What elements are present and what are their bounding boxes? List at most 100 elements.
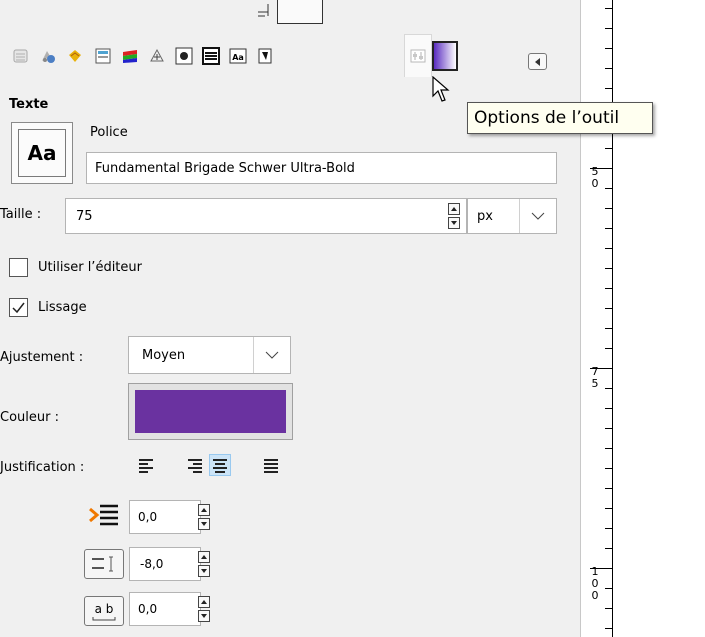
ruler-tick — [605, 188, 613, 189]
use-editor-checkbox[interactable] — [9, 258, 28, 277]
ruler-label: 5 — [591, 377, 599, 390]
justify-left-icon[interactable] — [135, 454, 157, 476]
ruler-tick — [605, 228, 613, 229]
ruler-tick — [605, 148, 613, 149]
line-spacing-icon — [84, 549, 124, 579]
font-value: Fundamental Brigade Schwer Ultra-Bold — [95, 160, 355, 176]
ruler-tick — [605, 68, 613, 69]
line-spacing-input[interactable]: -8,0 — [129, 547, 201, 581]
size-spinner[interactable] — [448, 199, 462, 233]
unit-combo[interactable]: px — [467, 198, 557, 234]
vertical-ruler[interactable] — [586, 0, 618, 637]
tool-options-tab-icon[interactable] — [404, 34, 432, 77]
tab-menu-button[interactable] — [528, 53, 547, 70]
gradients-tab-icon[interactable] — [432, 36, 458, 76]
ruler-tick — [605, 388, 613, 389]
mouse-cursor-icon — [432, 75, 456, 108]
color-swatch — [135, 390, 286, 433]
checkmark-icon — [12, 302, 25, 314]
ruler-label: 0 — [591, 589, 599, 602]
ruler-tick — [605, 348, 613, 349]
ruler-tick — [605, 308, 613, 309]
ruler-label: 5 — [591, 165, 599, 178]
ruler-tick — [605, 528, 613, 529]
colormap-tab-icon[interactable] — [90, 36, 116, 76]
preview-box[interactable] — [277, 0, 323, 24]
navigation-tab-icon[interactable] — [144, 36, 170, 76]
svg-text:a b: a b — [95, 602, 114, 616]
ruler-tick — [605, 608, 613, 609]
font-picker-button[interactable]: Aa — [11, 122, 73, 184]
brushes-tab-icon[interactable] — [171, 36, 197, 76]
patterns-tab-icon[interactable] — [198, 36, 224, 76]
dock-divider[interactable] — [566, 0, 581, 637]
letter-spacing-value: 0,0 — [138, 602, 158, 616]
justify-center-icon[interactable] — [209, 454, 231, 476]
document-history-tab-icon[interactable] — [252, 36, 278, 76]
font-button-text: Aa — [27, 141, 57, 165]
ruler-tick — [605, 448, 613, 449]
indent-value: 0,0 — [138, 510, 158, 524]
use-editor-label: Utiliser l’éditeur — [38, 260, 142, 275]
size-value: 75 — [76, 208, 93, 224]
ruler-label: 1 — [591, 565, 599, 578]
antialias-checkbox[interactable] — [9, 298, 28, 317]
unit-value: px — [477, 208, 493, 224]
ruler-tick — [605, 8, 613, 9]
paths-tab-icon[interactable] — [62, 36, 88, 76]
indent-input[interactable]: 0,0 — [129, 500, 201, 534]
ruler-tick — [605, 248, 613, 249]
ruler-tick — [605, 488, 613, 489]
histogram-tab-icon[interactable] — [117, 36, 143, 76]
ruler-tick — [605, 468, 613, 469]
chevron-down-icon — [519, 199, 556, 233]
ruler-tick — [605, 208, 613, 209]
svg-text:Aa: Aa — [232, 53, 244, 62]
font-entry[interactable]: Fundamental Brigade Schwer Ultra-Bold — [86, 152, 557, 184]
font-label: Police — [90, 125, 128, 140]
line-spacing-spinner[interactable] — [198, 549, 212, 579]
ruler-tick — [605, 28, 613, 29]
ruler-tick — [605, 328, 613, 329]
indent-icon — [88, 503, 120, 531]
tool-options-panel — [0, 0, 566, 637]
ruler-tick — [605, 408, 613, 409]
ruler-tick — [605, 428, 613, 429]
layers-tab-icon[interactable] — [8, 36, 34, 76]
ruler-tick — [605, 268, 613, 269]
channels-tab-icon[interactable] — [35, 36, 61, 76]
ruler-tick — [605, 548, 613, 549]
antialias-label: Lissage — [38, 300, 87, 315]
justify-fill-icon[interactable] — [260, 454, 282, 476]
size-input[interactable]: 75 — [65, 198, 467, 234]
tooltip-text: Options de l’outil — [474, 108, 620, 128]
color-label: Couleur : — [0, 410, 59, 425]
chevron-down-icon — [253, 337, 290, 373]
letter-spacing-spinner[interactable] — [198, 594, 212, 624]
color-button[interactable] — [128, 383, 293, 440]
ruler-tick — [605, 48, 613, 49]
ruler-line — [612, 0, 613, 637]
ruler-label: 0 — [591, 577, 599, 590]
ruler-tick — [605, 88, 613, 89]
justify-right-icon[interactable] — [184, 454, 206, 476]
hinting-value: Moyen — [142, 347, 186, 363]
section-title: Texte — [9, 97, 49, 112]
hinting-label: Ajustement : — [0, 350, 84, 365]
letter-spacing-input[interactable]: 0,0 — [129, 592, 201, 626]
ruler-tick — [605, 628, 613, 629]
size-label: Taille : — [0, 207, 42, 222]
ruler-tick — [605, 588, 613, 589]
ruler-tick — [605, 508, 613, 509]
tooltip: Options de l’outil — [467, 102, 653, 134]
ruler-tick — [605, 288, 613, 289]
hinting-combo[interactable]: Moyen — [128, 336, 291, 374]
justification-label: Justification : — [0, 460, 85, 475]
ruler-label: 7 — [591, 365, 599, 378]
letter-spacing-icon: a b — [84, 596, 124, 626]
indent-spinner[interactable] — [198, 502, 212, 532]
line-spacing-value: -8,0 — [140, 557, 164, 571]
fonts-tab-icon[interactable]: Aa — [225, 36, 251, 76]
ruler-label: 0 — [591, 177, 599, 190]
resize-handle-icon[interactable] — [256, 2, 274, 22]
